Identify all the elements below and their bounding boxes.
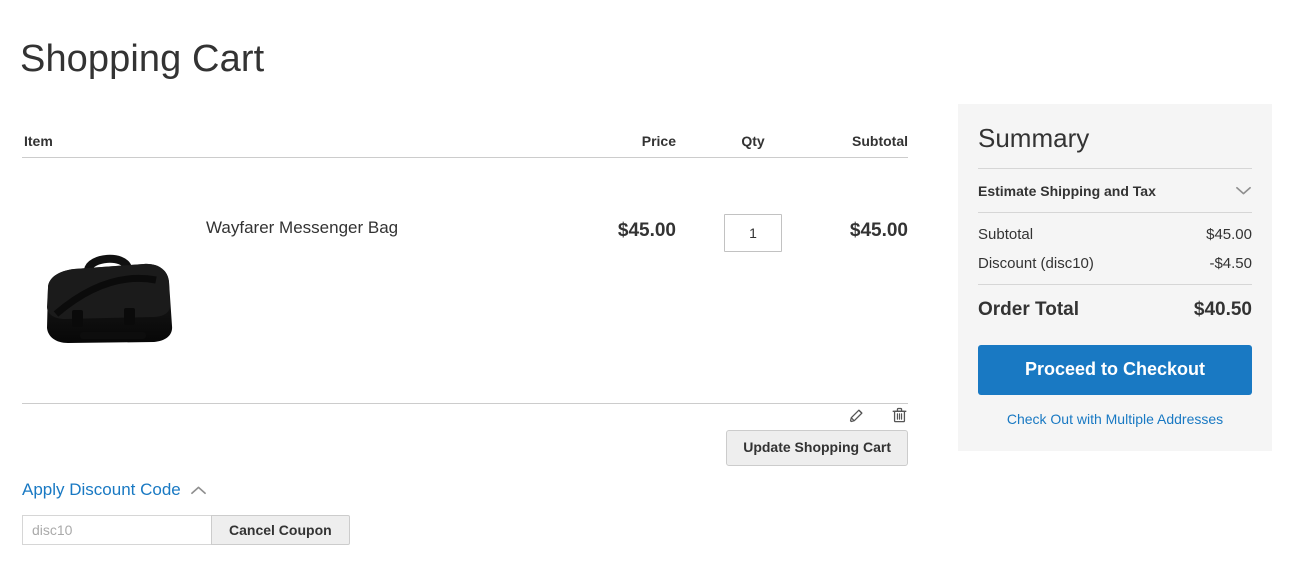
page-title: Shopping Cart (20, 38, 265, 81)
totals-label-subtotal: Subtotal (978, 225, 1034, 243)
row-actions (848, 406, 908, 424)
discount-form: Cancel Coupon (22, 515, 350, 545)
summary-panel: Summary Estimate Shipping and Tax Subtot… (958, 104, 1272, 451)
column-header-subtotal: Subtotal (852, 133, 908, 149)
totals-value-subtotal: $45.00 (1206, 225, 1252, 243)
order-total-label: Order Total (978, 298, 1079, 320)
product-name-link[interactable]: Wayfarer Messenger Bag (206, 218, 398, 238)
totals-value-discount: -$4.50 (1209, 254, 1252, 272)
totals-row-subtotal: Subtotal $45.00 (978, 226, 1252, 243)
apply-discount-code-toggle[interactable]: Apply Discount Code (22, 480, 207, 500)
discount-block: Apply Discount Code Cancel Coupon (22, 480, 350, 545)
cart-table-header: Item Price Qty Subtotal (22, 120, 908, 158)
order-total-row: Order Total $40.50 (978, 285, 1252, 321)
chevron-down-icon (1235, 185, 1252, 196)
summary-title: Summary (978, 123, 1090, 153)
proceed-to-checkout-button[interactable]: Proceed to Checkout (978, 344, 1252, 395)
apply-discount-code-label: Apply Discount Code (22, 480, 181, 499)
product-subtotal: $45.00 (849, 220, 908, 241)
totals-row-discount: Discount (disc10) -$4.50 (978, 255, 1252, 272)
shopping-cart-page: Shopping Cart Item Price Qty Subtotal Wa… (0, 0, 1290, 581)
cancel-coupon-button[interactable]: Cancel Coupon (211, 515, 350, 545)
chevron-up-icon (190, 485, 207, 496)
estimate-shipping-and-tax-toggle[interactable]: Estimate Shipping and Tax (978, 169, 1252, 212)
totals-list: Subtotal $45.00 Discount (disc10) -$4.50 (978, 213, 1252, 272)
column-header-price: Price (641, 133, 676, 149)
column-header-qty: Qty (741, 133, 765, 149)
product-image[interactable] (32, 240, 192, 355)
product-price: $45.00 (617, 220, 676, 241)
trash-icon[interactable] (891, 406, 908, 424)
update-shopping-cart-button[interactable]: Update Shopping Cart (726, 430, 908, 467)
pencil-icon[interactable] (848, 407, 865, 424)
cart-table: Item Price Qty Subtotal Wayfarer Messeng… (22, 120, 908, 423)
estimate-shipping-and-tax-label: Estimate Shipping and Tax (978, 182, 1156, 199)
column-header-item: Item (24, 133, 53, 149)
table-row: Wayfarer Messenger Bag $45.00 $45.00 (22, 158, 908, 423)
totals-label-discount: Discount (disc10) (978, 254, 1094, 272)
qty-cell (698, 214, 808, 252)
check-out-with-multiple-addresses-link[interactable]: Check Out with Multiple Addresses (978, 411, 1252, 427)
qty-input[interactable] (724, 214, 782, 252)
order-total-value: $40.50 (1193, 298, 1252, 320)
cart-actions: Update Shopping Cart (22, 430, 908, 467)
coupon-code-input[interactable] (22, 515, 211, 545)
